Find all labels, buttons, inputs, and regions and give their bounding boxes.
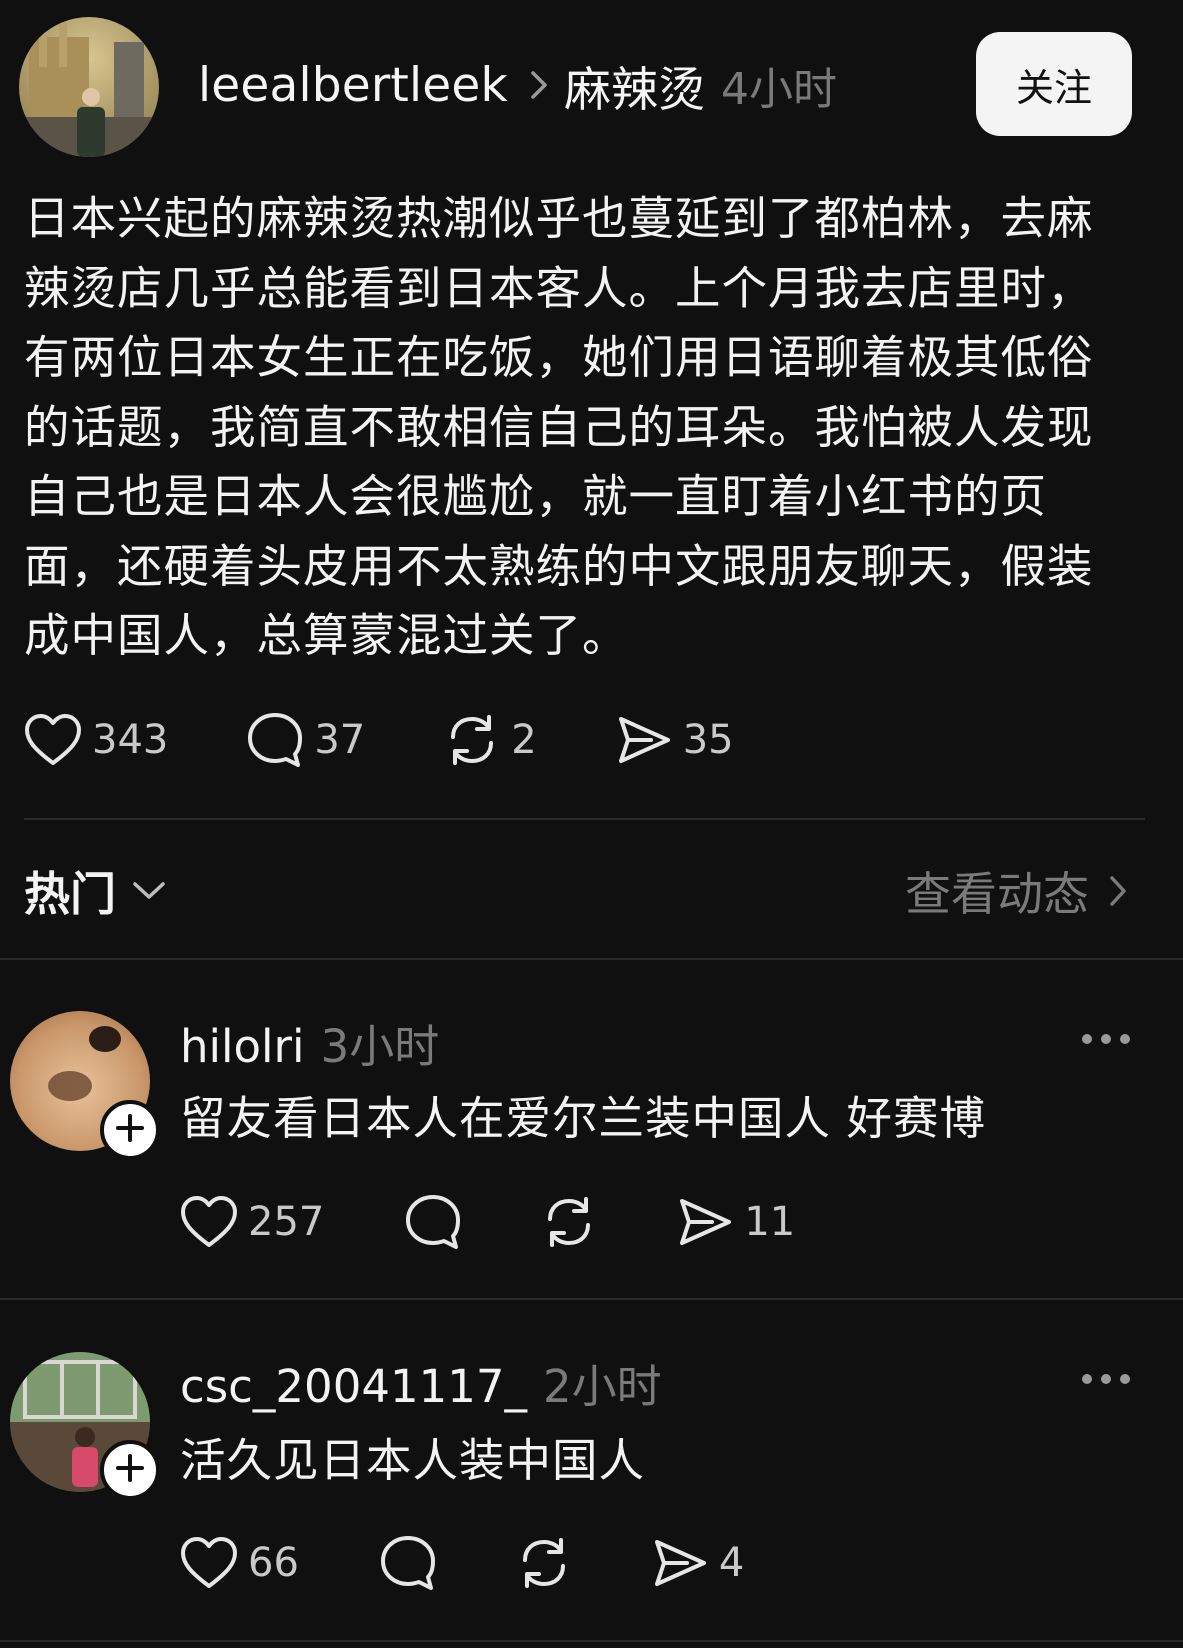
send-icon	[615, 711, 673, 769]
repost-button[interactable]	[540, 1193, 598, 1251]
follow-plus-button[interactable]	[100, 1440, 160, 1500]
like-count: 257	[248, 1199, 325, 1245]
like-button[interactable]: 66	[180, 1536, 299, 1590]
comment-time: 3小时	[320, 1020, 440, 1073]
like-button[interactable]: 343	[24, 713, 168, 767]
post-body: 日本兴起的麻辣烫热潮似乎也蔓延到了都柏林，去麻辣烫店几乎总能看到日本客人。上个月…	[24, 192, 1094, 662]
share-button[interactable]: 35	[615, 711, 734, 769]
more-dots-icon[interactable]	[1082, 1034, 1130, 1044]
send-icon	[651, 1534, 709, 1592]
comment-actions: 66 4	[180, 1533, 744, 1593]
post-time: 4小时	[720, 64, 837, 115]
commenter-username[interactable]: csc_20041117_	[180, 1360, 527, 1413]
heart-icon	[180, 1195, 238, 1249]
chevron-right-icon	[530, 70, 548, 100]
reply-button[interactable]	[404, 1193, 462, 1251]
view-activity-label: 查看动态	[905, 867, 1089, 921]
author-username[interactable]: leealbertleek	[198, 58, 508, 113]
send-icon	[676, 1193, 734, 1251]
plus-icon	[115, 1453, 145, 1487]
share-button[interactable]: 4	[651, 1534, 744, 1592]
share-count: 4	[718, 1540, 745, 1586]
heart-icon	[24, 713, 82, 767]
repost-button[interactable]	[515, 1534, 573, 1592]
plus-icon	[115, 1113, 145, 1147]
divider	[0, 958, 1183, 960]
author-avatar[interactable]	[19, 17, 159, 157]
post-actions: 343 37 2 35	[24, 710, 734, 770]
heart-icon	[180, 1536, 238, 1590]
repost-count: 2	[511, 717, 537, 763]
topic-tag[interactable]: 麻辣烫	[564, 51, 705, 120]
divider	[0, 1640, 1183, 1642]
sort-label: 热门	[24, 867, 116, 921]
like-button[interactable]: 257	[180, 1195, 324, 1249]
repost-button[interactable]: 2	[443, 711, 537, 769]
comment-text: 留友看日本人在爱尔兰装中国人 好赛博	[180, 1092, 986, 1145]
repost-icon	[515, 1534, 573, 1592]
reply-button[interactable]	[379, 1534, 437, 1592]
chevron-down-icon	[132, 881, 166, 901]
share-count: 11	[744, 1199, 796, 1245]
thread-page: leealbertleek 麻辣烫 4小时 关注 日本兴起的麻辣烫热潮似乎也蔓延…	[0, 0, 1183, 1648]
divider	[0, 1298, 1183, 1300]
share-count: 35	[682, 717, 734, 763]
speech-bubble-icon	[379, 1534, 437, 1592]
more-dots-icon[interactable]	[1082, 1374, 1130, 1384]
repost-icon	[540, 1193, 598, 1251]
view-activity-link[interactable]: 查看动态	[905, 858, 1127, 924]
like-count: 343	[92, 717, 169, 763]
repost-icon	[443, 711, 501, 769]
like-count: 66	[248, 1540, 299, 1586]
comment-time: 2小时	[542, 1360, 662, 1413]
follow-button[interactable]: 关注	[976, 32, 1132, 136]
comment-count: 37	[314, 717, 366, 763]
post-header: leealbertleek 麻辣烫 4小时	[198, 50, 837, 120]
comment-actions: 257 11	[180, 1192, 795, 1252]
commenter-username[interactable]: hilolri	[180, 1020, 305, 1073]
divider	[24, 818, 1145, 820]
chevron-right-icon	[1109, 874, 1127, 908]
share-button[interactable]: 11	[676, 1193, 795, 1251]
speech-bubble-icon	[246, 711, 304, 769]
comment-header: hilolri 3小时	[180, 1010, 439, 1075]
sort-dropdown[interactable]: 热门	[24, 858, 166, 924]
comment-header: csc_20041117_ 2小时	[180, 1350, 662, 1415]
comment-text: 活久见日本人装中国人	[180, 1434, 646, 1487]
comment-button[interactable]: 37	[246, 711, 365, 769]
speech-bubble-icon	[404, 1193, 462, 1251]
follow-plus-button[interactable]	[100, 1100, 160, 1160]
